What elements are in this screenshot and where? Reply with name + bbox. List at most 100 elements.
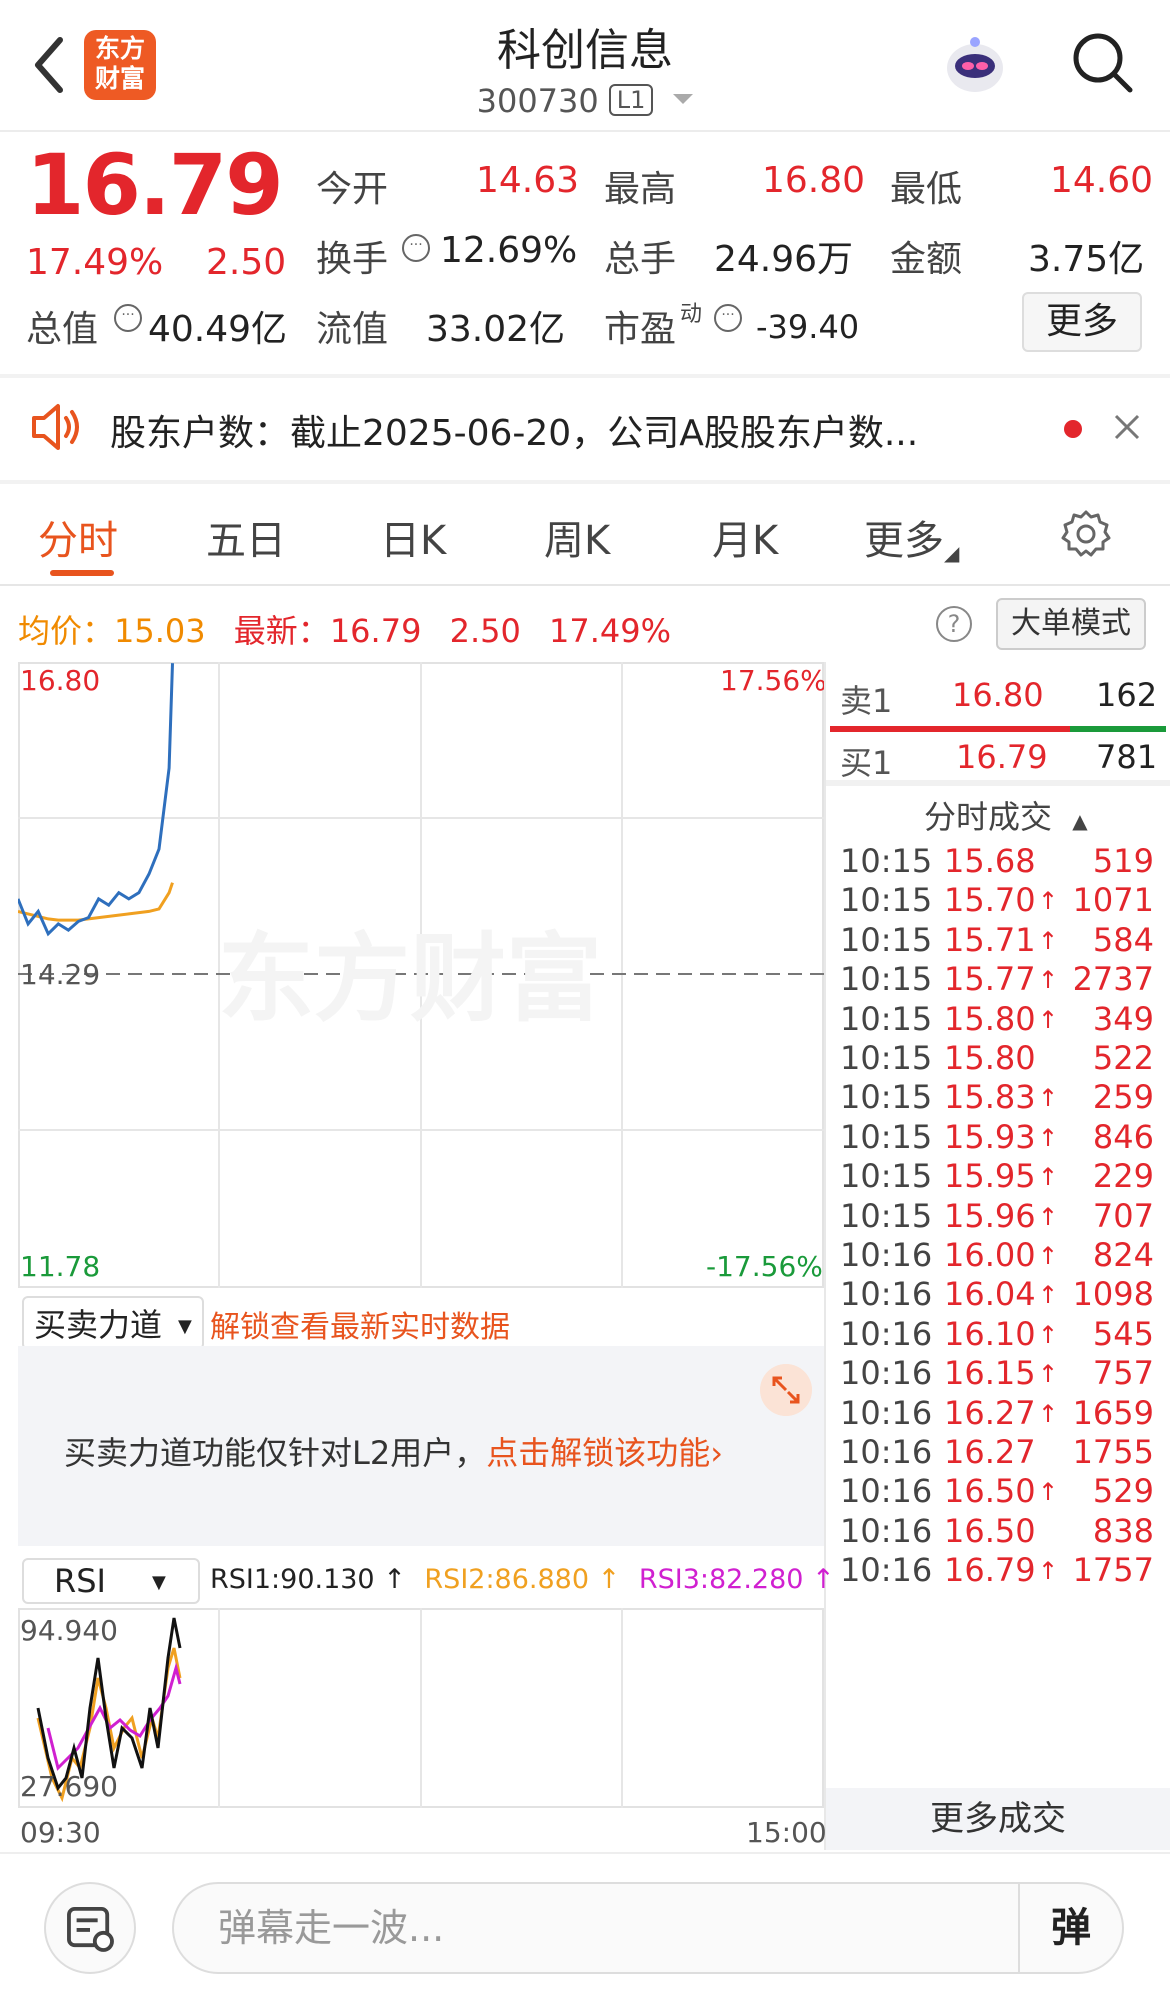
tab-more[interactable]: 更多◢ [864,508,959,566]
intraday-chart[interactable]: 东方财富 [18,662,824,1288]
close-icon[interactable] [1110,410,1144,444]
tick-arrow: ↑ [1038,1203,1059,1231]
tab-daily-k[interactable]: 日K [380,508,446,566]
unread-dot [1064,420,1082,438]
tick-arrow: ↑ [1038,927,1059,955]
rsi1-value: RSI1:90.130 ↑ [210,1564,406,1595]
turnover-label: 换手 [316,239,389,280]
volume-value: 24.96万 [714,239,854,280]
tick-time: 10:15 [840,881,933,919]
latest-change: 2.50 [449,612,521,650]
search-icon[interactable] [1070,30,1136,96]
tick-volume: 522 [1092,1039,1154,1077]
more-trades-button[interactable]: 更多成交 [826,1788,1170,1850]
l2-notice: 买卖力道功能仅针对L2用户，点击解锁该功能› [64,1428,723,1474]
force-select-label: 买卖力道 [34,1306,163,1344]
unlock-realtime-link[interactable]: 解锁查看最新实时数据 [210,1302,510,1346]
info-icon[interactable]: ··· [114,304,142,332]
rsi-axis-top: 94.940 [20,1614,118,1647]
tick-arrow: ↑ [1038,887,1059,915]
tick-volume: 838 [1092,1512,1154,1550]
info-icon[interactable]: ··· [714,304,742,332]
tick-arrow: ↑ [1038,1321,1059,1349]
ticks-title[interactable]: 分时成交 ▲ [924,792,1088,838]
amount-label: 金额 [890,239,963,280]
tick-row: 10:16 16.79 ↑ 1757 [826,1551,1170,1591]
section-divider [0,480,1170,484]
tick-arrow: ↑ [1038,1084,1059,1112]
tick-time: 10:15 [840,1118,933,1156]
chart-info-row: 均价：15.03 最新：16.79 2.50 17.49% [18,606,671,652]
open-value: 14.63 [476,160,580,201]
force-indicator-select[interactable]: 买卖力道 ▼ [22,1296,204,1350]
tick-time: 10:16 [840,1394,933,1432]
tick-row: 10:15 15.80 ↑ 349 [826,1000,1170,1040]
high-label: 最高 [604,169,677,210]
buy1-label: 买1 [840,744,893,782]
tab-five-day[interactable]: 五日 [206,508,286,566]
y-axis-mid: 14.29 [20,958,101,991]
tick-price: 15.80 [944,1000,1036,1038]
y-axis-top: 16.80 [20,664,101,697]
avg-price-value: 15.03 [114,612,206,650]
volume-label: 总手 [604,239,677,280]
tick-time: 10:16 [840,1433,933,1471]
mktcap-value: 40.49亿 [148,309,288,350]
low-label: 最低 [890,169,963,210]
l2-unlock-link[interactable]: 点击解锁该功能 [486,1434,710,1472]
tick-row: 10:16 16.15 ↑ 757 [826,1354,1170,1394]
tick-row: 10:15 15.77 ↑ 2737 [826,960,1170,1000]
tick-row: 10:15 15.70 ↑ 1071 [826,881,1170,921]
shareholder-notice[interactable]: 股东户数：截止2025-06-20，公司A股股东户数... [110,404,1010,456]
rsi-chart[interactable] [18,1608,824,1808]
danmu-input[interactable]: 弹幕走一波... [172,1882,1124,1974]
buy-pressure-bar [1070,726,1166,732]
tabs-divider [0,584,1170,586]
tick-volume: 1659 [1072,1394,1154,1432]
pe-superscript: 动 [680,302,703,327]
tick-price: 16.79 [944,1551,1036,1589]
more-quote-button[interactable]: 更多 [1022,292,1142,352]
amount-value: 3.75亿 [1028,239,1145,280]
big-order-mode-button[interactable]: 大单模式 [996,598,1146,650]
tick-time: 10:16 [840,1512,933,1550]
rsi-select[interactable]: RSI ▼ [22,1558,200,1604]
y-axis-bottom: 11.78 [20,1250,101,1283]
chevron-down-icon[interactable] [673,94,694,104]
stock-code: 300730 [476,82,599,120]
tick-row: 10:15 15.95 ↑ 229 [826,1157,1170,1197]
tick-row: 10:15 15.71 ↑ 584 [826,921,1170,961]
note-settings-icon[interactable] [44,1882,136,1974]
tab-monthly-k[interactable]: 月K [712,508,778,566]
help-icon[interactable]: ? [936,606,972,642]
tick-time: 10:15 [840,1078,933,1116]
avg-price-label: 均价： [18,612,115,650]
tick-volume: 757 [1092,1354,1154,1392]
sell-pressure-bar [830,726,1070,732]
pct-axis-bottom: -17.56% [706,1250,823,1283]
tick-row: 10:15 15.80 522 [826,1039,1170,1079]
gear-icon[interactable] [1060,508,1112,560]
expand-icon[interactable] [760,1364,812,1416]
tick-volume: 259 [1092,1078,1154,1116]
speaker-icon [32,404,79,450]
tick-volume: 1071 [1072,881,1154,919]
ai-robot-icon[interactable] [940,30,1010,100]
tab-more-label: 更多 [864,518,944,564]
tick-volume: 707 [1092,1197,1154,1235]
orderbook-divider [826,780,1170,786]
tick-time: 10:16 [840,1472,933,1510]
tick-price: 15.80 [944,1039,1036,1077]
danmu-button[interactable]: 弹 [1018,1884,1122,1972]
tick-arrow: ↑ [1038,1163,1059,1191]
rsi-axis-bottom: 27.690 [20,1770,118,1803]
tab-weekly-k[interactable]: 周K [544,508,610,566]
rsi3-value: RSI3:82.280 ↑ [638,1564,835,1595]
active-tab-indicator [50,570,114,576]
mktcap-label: 总值 [26,309,99,350]
tab-intraday[interactable]: 分时 [38,508,118,566]
tick-row: 10:16 16.50 838 [826,1512,1170,1552]
section-divider [0,374,1170,378]
low-value: 14.60 [1050,160,1154,201]
info-icon[interactable]: ··· [402,234,430,262]
